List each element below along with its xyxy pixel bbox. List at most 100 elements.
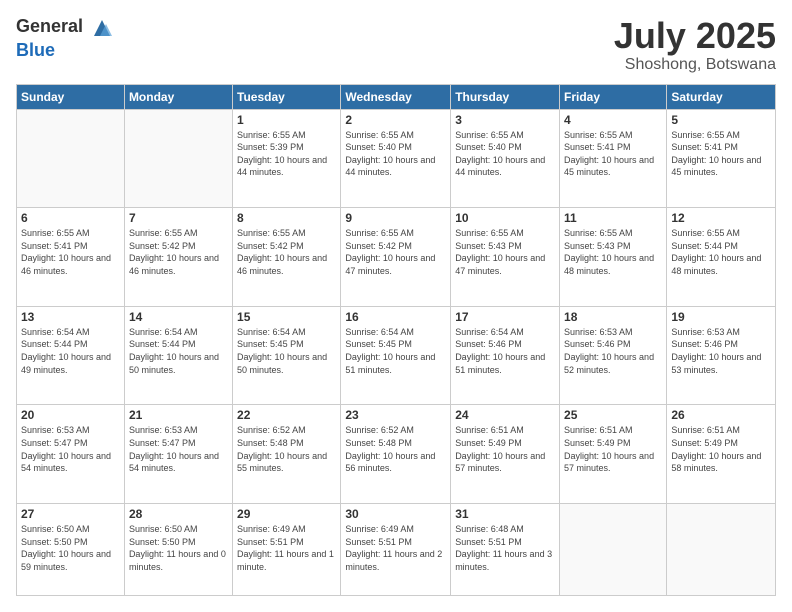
table-row: 28 Sunrise: 6:50 AM Sunset: 5:50 PM Dayli… [124,504,232,596]
table-row: 29Sunrise: 6:49 AM Sunset: 5:51 PM Dayli… [233,504,341,596]
month-title: July 2025 [614,16,776,56]
day-info: Sunrise: 6:49 AM Sunset: 5:51 PM Dayligh… [345,523,446,573]
location-title: Shoshong, Botswana [614,56,776,74]
day-number: 18 [564,310,662,324]
table-row: 19 Sunrise: 6:53 AM Sunset: 5:46 PM Dayli… [667,306,776,405]
day-info: Sunrise: 6:55 AM Sunset: 5:41 PM Dayligh… [564,129,662,179]
day-info: Sunrise: 6:48 AM Sunset: 5:51 PM Dayligh… [455,523,555,573]
header-thursday: Thursday [451,84,560,109]
table-row: 17 Sunrise: 6:54 AM Sunset: 5:46 PM Dayli… [451,306,560,405]
day-number: 16 [345,310,446,324]
table-row: 13 Sunrise: 6:54 AM Sunset: 5:44 PM Dayli… [17,306,125,405]
day-number: 28 [129,507,228,521]
logo: General Blue [16,16,114,61]
logo-icon [90,16,114,40]
day-info: Sunrise: 6:55 AM Sunset: 5:41 PM Dayligh… [671,129,771,179]
day-info: Sunrise: 6:50 AM Sunset: 5:50 PM Dayligh… [129,523,228,573]
table-row: 15Sunrise: 6:54 AM Sunset: 5:45 PM Dayli… [233,306,341,405]
day-number: 4 [564,113,662,127]
day-info: Sunrise: 6:55 AM Sunset: 5:43 PM Dayligh… [455,227,555,277]
logo-blue: Blue [16,40,55,60]
day-info: Sunrise: 6:55 AM Sunset: 5:42 PM Dayligh… [345,227,446,277]
day-number: 8 [237,211,336,225]
day-number: 29 [237,507,336,521]
day-info: Sunrise: 6:51 AM Sunset: 5:49 PM Dayligh… [455,424,555,474]
table-row: 5 Sunrise: 6:55 AM Sunset: 5:41 PM Daylig… [667,109,776,208]
day-info: Sunrise: 6:55 AM Sunset: 5:44 PM Dayligh… [671,227,771,277]
day-number: 3 [455,113,555,127]
day-info: Sunrise: 6:51 AM Sunset: 5:49 PM Dayligh… [671,424,771,474]
table-row: 6 Sunrise: 6:55 AM Sunset: 5:41 PM Daylig… [17,208,125,307]
calendar-table: Sunday Monday Tuesday Wednesday Thursday… [16,84,776,596]
day-info: Sunrise: 6:55 AM Sunset: 5:40 PM Dayligh… [345,129,446,179]
table-row: 1Sunrise: 6:55 AM Sunset: 5:39 PM Daylig… [233,109,341,208]
table-row: 31 Sunrise: 6:48 AM Sunset: 5:51 PM Dayli… [451,504,560,596]
table-row: 30 Sunrise: 6:49 AM Sunset: 5:51 PM Dayli… [341,504,451,596]
table-row: 11 Sunrise: 6:55 AM Sunset: 5:43 PM Dayli… [560,208,667,307]
header-wednesday: Wednesday [341,84,451,109]
table-row: 7Sunrise: 6:55 AM Sunset: 5:42 PM Daylig… [124,208,232,307]
day-number: 31 [455,507,555,521]
day-number: 20 [21,408,120,422]
table-row: 12 Sunrise: 6:55 AM Sunset: 5:44 PM Dayli… [667,208,776,307]
day-number: 19 [671,310,771,324]
table-row: 18 Sunrise: 6:53 AM Sunset: 5:46 PM Dayli… [560,306,667,405]
header-sunday: Sunday [17,84,125,109]
table-row: 27 Sunrise: 6:50 AM Sunset: 5:50 PM Dayli… [17,504,125,596]
day-number: 11 [564,211,662,225]
logo-text: General Blue [16,16,114,61]
day-info: Sunrise: 6:54 AM Sunset: 5:46 PM Dayligh… [455,326,555,376]
day-info: Sunrise: 6:53 AM Sunset: 5:46 PM Dayligh… [671,326,771,376]
day-info: Sunrise: 6:55 AM Sunset: 5:43 PM Dayligh… [564,227,662,277]
day-info: Sunrise: 6:55 AM Sunset: 5:40 PM Dayligh… [455,129,555,179]
day-info: Sunrise: 6:55 AM Sunset: 5:42 PM Dayligh… [129,227,228,277]
table-row: 21 Sunrise: 6:53 AM Sunset: 5:47 PM Dayli… [124,405,232,504]
day-info: Sunrise: 6:50 AM Sunset: 5:50 PM Dayligh… [21,523,120,573]
day-info: Sunrise: 6:52 AM Sunset: 5:48 PM Dayligh… [237,424,336,474]
table-row: 23Sunrise: 6:52 AM Sunset: 5:48 PM Dayli… [341,405,451,504]
table-row: 25 Sunrise: 6:51 AM Sunset: 5:49 PM Dayli… [560,405,667,504]
day-info: Sunrise: 6:54 AM Sunset: 5:44 PM Dayligh… [21,326,120,376]
table-row: 14Sunrise: 6:54 AM Sunset: 5:44 PM Dayli… [124,306,232,405]
day-number: 2 [345,113,446,127]
day-number: 25 [564,408,662,422]
day-info: Sunrise: 6:51 AM Sunset: 5:49 PM Dayligh… [564,424,662,474]
day-number: 27 [21,507,120,521]
day-number: 5 [671,113,771,127]
header-monday: Monday [124,84,232,109]
day-number: 23 [345,408,446,422]
calendar-header-row: Sunday Monday Tuesday Wednesday Thursday… [17,84,776,109]
day-number: 10 [455,211,555,225]
table-row [124,109,232,208]
day-info: Sunrise: 6:53 AM Sunset: 5:46 PM Dayligh… [564,326,662,376]
table-row: 9 Sunrise: 6:55 AM Sunset: 5:42 PM Daylig… [341,208,451,307]
table-row [667,504,776,596]
table-row: 3 Sunrise: 6:55 AM Sunset: 5:40 PM Daylig… [451,109,560,208]
day-number: 30 [345,507,446,521]
header: General Blue July 2025 Shoshong, Botswan… [16,16,776,74]
table-row [560,504,667,596]
table-row: 26 Sunrise: 6:51 AM Sunset: 5:49 PM Dayli… [667,405,776,504]
table-row: 4 Sunrise: 6:55 AM Sunset: 5:41 PM Daylig… [560,109,667,208]
day-number: 6 [21,211,120,225]
title-block: July 2025 Shoshong, Botswana [614,16,776,74]
table-row: 2 Sunrise: 6:55 AM Sunset: 5:40 PM Daylig… [341,109,451,208]
day-number: 12 [671,211,771,225]
day-info: Sunrise: 6:54 AM Sunset: 5:45 PM Dayligh… [237,326,336,376]
day-number: 26 [671,408,771,422]
day-number: 9 [345,211,446,225]
day-info: Sunrise: 6:55 AM Sunset: 5:41 PM Dayligh… [21,227,120,277]
header-friday: Friday [560,84,667,109]
day-info: Sunrise: 6:53 AM Sunset: 5:47 PM Dayligh… [21,424,120,474]
day-number: 17 [455,310,555,324]
day-number: 13 [21,310,120,324]
day-number: 21 [129,408,228,422]
table-row [17,109,125,208]
table-row: 8Sunrise: 6:55 AM Sunset: 5:42 PM Daylig… [233,208,341,307]
day-number: 14 [129,310,228,324]
table-row: 22Sunrise: 6:52 AM Sunset: 5:48 PM Dayli… [233,405,341,504]
day-info: Sunrise: 6:53 AM Sunset: 5:47 PM Dayligh… [129,424,228,474]
day-info: Sunrise: 6:54 AM Sunset: 5:45 PM Dayligh… [345,326,446,376]
table-row: 24Sunrise: 6:51 AM Sunset: 5:49 PM Dayli… [451,405,560,504]
page: General Blue July 2025 Shoshong, Botswan… [0,0,792,612]
